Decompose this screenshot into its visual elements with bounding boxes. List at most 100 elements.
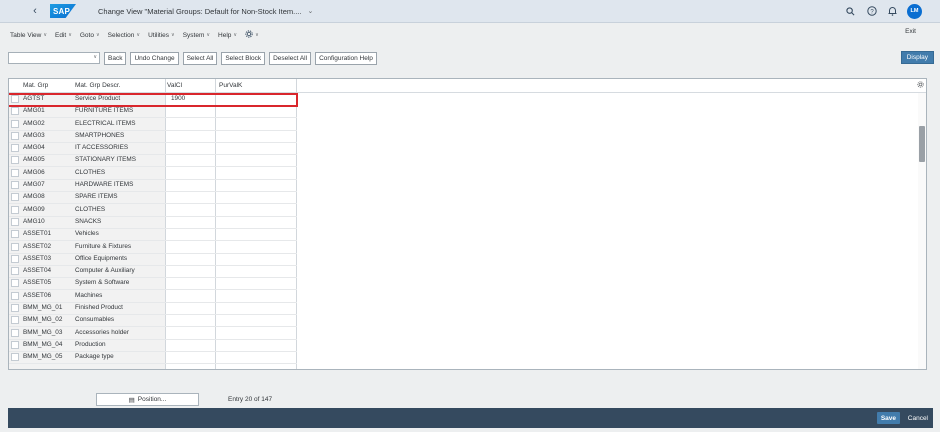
row-select-checkbox[interactable] <box>11 181 19 190</box>
back-arrow-icon[interactable]: ‹ <box>24 0 46 23</box>
cell-purvalk-input[interactable] <box>219 131 297 142</box>
cell-valcl-input[interactable] <box>169 340 217 351</box>
row-select-checkbox[interactable] <box>11 217 19 226</box>
menu-utilities[interactable]: Utilities ∨ <box>148 32 175 39</box>
cell-valcl-input[interactable] <box>169 328 217 339</box>
search-icon[interactable] <box>840 0 861 23</box>
table-row[interactable]: AMG02 ELECTRICAL ITEMS <box>9 118 926 131</box>
cell-valcl-input[interactable] <box>169 242 217 253</box>
menu-selection[interactable]: Selection ∨ <box>108 32 140 39</box>
command-field[interactable]: ∨ <box>8 52 100 64</box>
row-select-checkbox[interactable] <box>11 279 19 288</box>
header-valcl[interactable]: ValCl <box>167 82 182 89</box>
cell-purvalk-input[interactable] <box>219 242 297 253</box>
cell-purvalk-input[interactable] <box>219 143 297 154</box>
select-all-button[interactable]: Select All <box>182 51 218 65</box>
row-select-checkbox[interactable] <box>11 144 19 153</box>
cell-purvalk-input[interactable] <box>219 303 297 314</box>
cell-purvalk-input[interactable] <box>219 229 297 240</box>
row-select-checkbox[interactable] <box>11 353 19 362</box>
cell-purvalk-input[interactable] <box>219 106 297 117</box>
row-select-checkbox[interactable] <box>11 340 19 349</box>
cell-valcl-input[interactable] <box>169 352 217 363</box>
row-select-checkbox[interactable] <box>11 291 19 300</box>
cell-valcl-input[interactable] <box>169 266 217 277</box>
cell-valcl-input[interactable] <box>169 155 217 166</box>
table-row[interactable]: AMG05 STATIONARY ITEMS <box>9 154 926 168</box>
row-select-checkbox[interactable] <box>11 156 19 165</box>
notification-bell-icon[interactable] <box>882 0 903 23</box>
cell-purvalk-input[interactable] <box>219 352 297 363</box>
table-row[interactable]: ASSET04 Computer & Auxiliary <box>9 265 926 279</box>
table-row[interactable]: AMG09 CLOTHES <box>9 204 926 217</box>
cell-purvalk-input[interactable] <box>219 266 297 277</box>
cell-valcl-input[interactable] <box>169 254 217 265</box>
undo-change-button[interactable]: Undo Change <box>130 51 179 65</box>
table-row[interactable]: AMG07 HARDWARE ITEMS <box>9 179 926 193</box>
cell-valcl-input[interactable] <box>169 143 217 154</box>
table-row[interactable]: BMM_MG_01 Finished Product <box>9 302 926 316</box>
menu-help[interactable]: Help ∨ <box>218 32 237 39</box>
cell-valcl-input[interactable] <box>169 229 217 240</box>
cell-valcl-input[interactable] <box>169 168 217 179</box>
row-select-checkbox[interactable] <box>11 242 19 251</box>
cell-purvalk-input[interactable] <box>219 217 297 228</box>
cell-valcl-input[interactable] <box>169 303 217 314</box>
cell-purvalk-input[interactable] <box>219 180 297 191</box>
cell-valcl-input[interactable] <box>169 192 217 203</box>
header-purvalk[interactable]: PurValK <box>219 82 242 89</box>
row-select-checkbox[interactable] <box>11 131 19 140</box>
cell-valcl-input[interactable] <box>169 291 217 302</box>
cell-purvalk-input[interactable] <box>219 205 297 216</box>
cell-purvalk-input[interactable] <box>219 315 297 326</box>
cell-purvalk-input[interactable] <box>219 119 297 130</box>
cell-purvalk-input[interactable] <box>219 168 297 179</box>
table-row[interactable]: ASSET02 Furniture & Fixtures <box>9 241 926 254</box>
cell-purvalk-input[interactable] <box>219 155 297 166</box>
row-select-checkbox[interactable] <box>11 107 19 116</box>
display-button[interactable]: Display <box>900 51 934 64</box>
save-button[interactable]: Save <box>876 412 900 424</box>
cell-purvalk-input[interactable] <box>219 254 297 265</box>
table-row[interactable]: AMG06 CLOTHES <box>9 167 926 180</box>
table-row[interactable]: ASSET05 System & Software <box>9 277 926 291</box>
row-select-checkbox[interactable] <box>11 316 19 325</box>
sap-logo[interactable]: SAP <box>50 4 76 18</box>
exit-button[interactable]: Exit <box>905 28 916 35</box>
table-row[interactable]: ASSET06 Machines <box>9 290 926 303</box>
select-block-button[interactable]: Select Block <box>221 51 266 65</box>
row-select-checkbox[interactable] <box>11 205 19 214</box>
table-row[interactable]: ASSET01 Vehicles <box>9 228 926 242</box>
row-select-checkbox[interactable] <box>11 267 19 276</box>
cell-valcl-input[interactable] <box>169 119 217 130</box>
deselect-all-button[interactable]: Deselect All <box>269 51 312 65</box>
position-button[interactable]: ▤ Position... <box>96 393 199 406</box>
title-chevron-down-icon[interactable]: ⌄ <box>307 7 313 15</box>
table-row[interactable]: BMM_MG_05 Package type <box>9 351 926 365</box>
row-select-checkbox[interactable] <box>11 304 19 313</box>
cell-valcl-input[interactable] <box>169 205 217 216</box>
menu-gui-settings[interactable]: ∨ <box>245 30 259 40</box>
table-row[interactable]: BMM_MG_04 Production <box>9 339 926 352</box>
cancel-button[interactable]: Cancel <box>908 412 928 424</box>
row-select-checkbox[interactable] <box>11 193 19 202</box>
menu-system[interactable]: System ∨ <box>183 32 210 39</box>
table-row[interactable]: BMM_MG_02 Consumables <box>9 314 926 328</box>
cell-purvalk-input[interactable] <box>219 291 297 302</box>
header-mat-grp-descr[interactable]: Mat. Grp Descr. <box>75 82 121 89</box>
back-button[interactable]: Back <box>104 51 127 65</box>
row-select-checkbox[interactable] <box>11 168 19 177</box>
row-select-checkbox[interactable] <box>11 230 19 239</box>
cell-valcl-input[interactable] <box>169 106 217 117</box>
cell-purvalk-input[interactable] <box>219 340 297 351</box>
menu-goto[interactable]: Goto ∨ <box>80 32 100 39</box>
cell-purvalk-input[interactable] <box>219 192 297 203</box>
table-row[interactable]: AMG04 IT ACCESSORIES <box>9 142 926 156</box>
scrollbar-thumb[interactable] <box>919 126 925 162</box>
cell-valcl-input[interactable] <box>169 315 217 326</box>
cell-purvalk-input[interactable] <box>219 328 297 339</box>
help-icon[interactable]: ? <box>861 0 882 23</box>
row-select-checkbox[interactable] <box>11 328 19 337</box>
table-row[interactable]: AMG01 FURNITURE ITEMS <box>9 105 926 119</box>
cell-valcl-input[interactable] <box>169 180 217 191</box>
